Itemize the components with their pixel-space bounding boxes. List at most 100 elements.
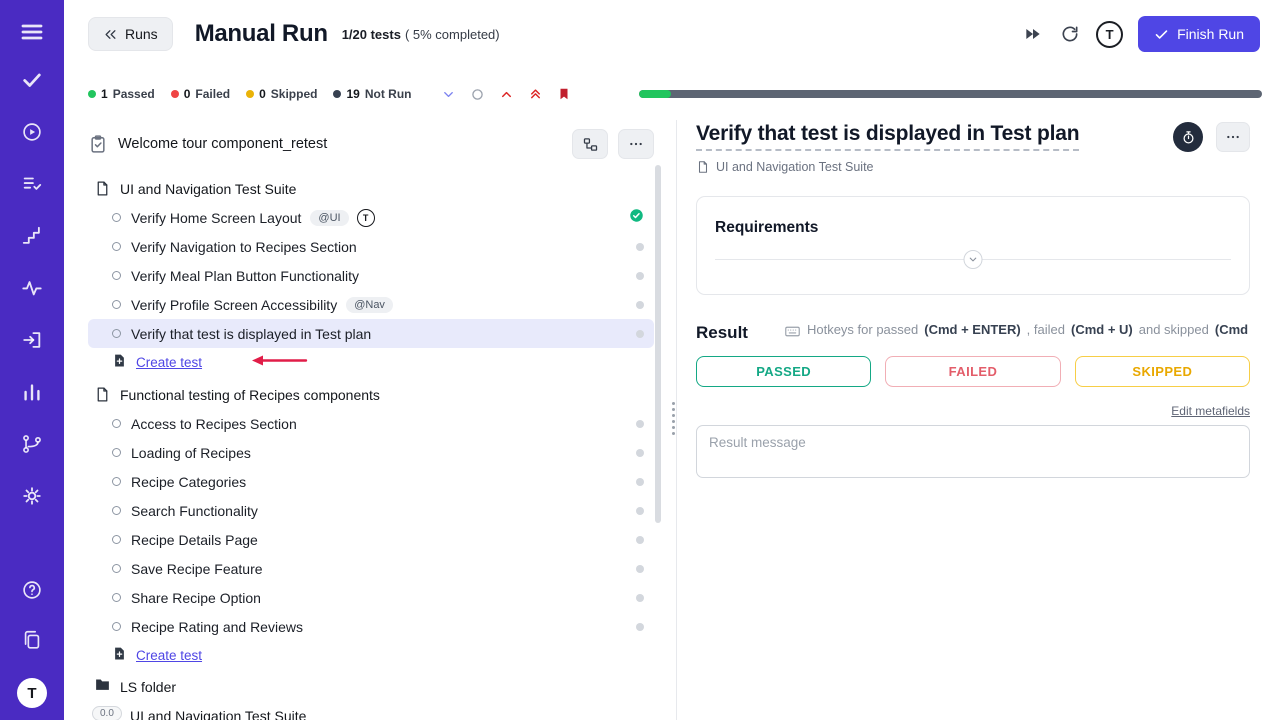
status-counters: 1 Passed 0 Failed 0 Skipped 19 Not Run [88, 87, 411, 101]
collapse-toggle-icon[interactable] [964, 250, 983, 269]
suite-label: Functional testing of Recipes components [120, 387, 380, 403]
skipped-count: 0 [259, 87, 266, 101]
test-bullet-icon [112, 448, 121, 457]
chevron-up-icon[interactable] [497, 85, 515, 103]
checklist-icon[interactable] [20, 172, 44, 196]
test-row[interactable]: Verify Navigation to Recipes Section [88, 232, 654, 261]
detail-header-buttons [1173, 122, 1250, 152]
menu-icon[interactable] [20, 20, 44, 44]
test-label: Recipe Categories [131, 474, 246, 490]
failed-count: 0 [184, 87, 191, 101]
double-chevron-up-icon[interactable] [526, 85, 544, 103]
edit-metafields-link[interactable]: Edit metafields [1171, 404, 1250, 418]
passed-button[interactable]: PASSED [696, 356, 871, 387]
project-logo-icon[interactable] [1096, 21, 1123, 48]
activity-icon[interactable] [20, 276, 44, 300]
suite-label: UI and Navigation Test Suite [130, 708, 306, 720]
test-row[interactable]: Access to Recipes Section [88, 409, 654, 438]
chart-icon[interactable] [20, 380, 44, 404]
back-to-runs-button[interactable]: Runs [88, 17, 173, 51]
group-view-button[interactable] [572, 129, 608, 159]
import-icon[interactable] [20, 328, 44, 352]
docs-icon[interactable] [20, 628, 44, 652]
runs-play-icon[interactable] [20, 120, 44, 144]
test-label: Share Recipe Option [131, 590, 261, 606]
test-row[interactable]: Share Recipe Option [88, 583, 654, 612]
finish-run-button[interactable]: Finish Run [1138, 16, 1260, 52]
back-to-runs-label: Runs [125, 26, 158, 42]
create-test-link[interactable]: Create test [136, 648, 202, 663]
tree-more-button[interactable] [618, 129, 654, 159]
tag-badge: @UI [310, 210, 348, 226]
circle-marker-icon[interactable] [468, 85, 486, 103]
run-checklist-icon [88, 134, 108, 154]
suite-label: UI and Navigation Test Suite [120, 181, 296, 197]
breadcrumb[interactable]: UI and Navigation Test Suite [696, 160, 1250, 174]
automation-logo-icon [357, 209, 375, 227]
timer-button[interactable] [1173, 122, 1203, 152]
notrun-dot-icon [636, 565, 644, 573]
notrun-dot-icon [636, 420, 644, 428]
tests-count: 1/20 tests [342, 27, 401, 42]
suite-row[interactable]: UI and Navigation Test Suite [88, 174, 654, 203]
tests-check-icon[interactable] [20, 68, 44, 92]
document-icon [696, 160, 710, 174]
test-row[interactable]: Recipe Details Page [88, 525, 654, 554]
chevron-down-icon[interactable] [439, 85, 457, 103]
suite-row[interactable]: UI and Navigation Test Suite [88, 701, 654, 720]
notrun-dot-icon [636, 449, 644, 457]
test-row[interactable]: Recipe Categories [88, 467, 654, 496]
topbar-actions: Finish Run [1022, 16, 1260, 52]
brand-logo[interactable] [17, 678, 47, 708]
verdict-buttons: PASSED FAILED SKIPPED [696, 356, 1250, 387]
branch-icon[interactable] [20, 432, 44, 456]
test-row[interactable]: Save Recipe Feature [88, 554, 654, 583]
hotkey-text: Hotkeys for passed [807, 322, 918, 337]
notrun-dot-icon [636, 272, 644, 280]
failed-button[interactable]: FAILED [885, 356, 1060, 387]
result-message-input[interactable] [696, 425, 1250, 478]
test-row[interactable]: Search Functionality [88, 496, 654, 525]
create-test-link[interactable]: Create test [136, 355, 202, 370]
test-label: Save Recipe Feature [131, 561, 263, 577]
help-icon[interactable] [20, 578, 44, 602]
steps-icon[interactable] [20, 224, 44, 248]
fast-forward-icon[interactable] [1022, 23, 1044, 45]
test-row[interactable]: Verify Meal Plan Button Functionality [88, 261, 654, 290]
notrun-dot-icon [636, 536, 644, 544]
bookmark-icon[interactable] [555, 85, 573, 103]
run-progress-bar [639, 90, 1262, 98]
test-bullet-icon [112, 535, 121, 544]
test-row[interactable]: Loading of Recipes [88, 438, 654, 467]
folder-row[interactable]: LS folder [88, 672, 654, 701]
skipped-button[interactable]: SKIPPED [1075, 356, 1250, 387]
passed-counter: 1 Passed [88, 87, 155, 101]
app: Runs Manual Run 1/20 tests ( 5% complete… [0, 0, 1280, 720]
detail-more-button[interactable] [1216, 122, 1250, 152]
test-tree: UI and Navigation Test Suite Verify Home… [88, 174, 654, 720]
rerun-timer-icon[interactable] [1059, 23, 1081, 45]
test-label: Loading of Recipes [131, 445, 251, 461]
test-row[interactable]: Verify Profile Screen Accessibility @Nav [88, 290, 654, 319]
test-bullet-icon [112, 622, 121, 631]
status-controls [439, 85, 573, 103]
suite-row[interactable]: Functional testing of Recipes components [88, 380, 654, 409]
failed-counter: 0 Failed [171, 87, 230, 101]
test-row[interactable]: Recipe Rating and Reviews [88, 612, 654, 641]
tree-scrollbar[interactable] [655, 165, 661, 523]
annotation-arrow-icon [250, 354, 308, 372]
notrun-dot-icon [636, 478, 644, 486]
settings-gear-icon[interactable] [20, 484, 44, 508]
failed-label: Failed [195, 87, 230, 101]
test-title[interactable]: Verify that test is displayed in Test pl… [696, 122, 1079, 151]
test-label: Recipe Details Page [131, 532, 258, 548]
panel-resize-handle[interactable] [672, 402, 675, 435]
requirements-card: Requirements [696, 196, 1250, 295]
folder-label: LS folder [120, 679, 176, 695]
test-label: Verify Home Screen Layout [131, 210, 301, 226]
passed-count: 1 [101, 87, 108, 101]
notrun-count: 19 [346, 87, 359, 101]
test-label: Verify that test is displayed in Test pl… [131, 326, 371, 342]
test-row-selected[interactable]: Verify that test is displayed in Test pl… [88, 319, 654, 348]
test-row[interactable]: Verify Home Screen Layout @UI [88, 203, 654, 232]
